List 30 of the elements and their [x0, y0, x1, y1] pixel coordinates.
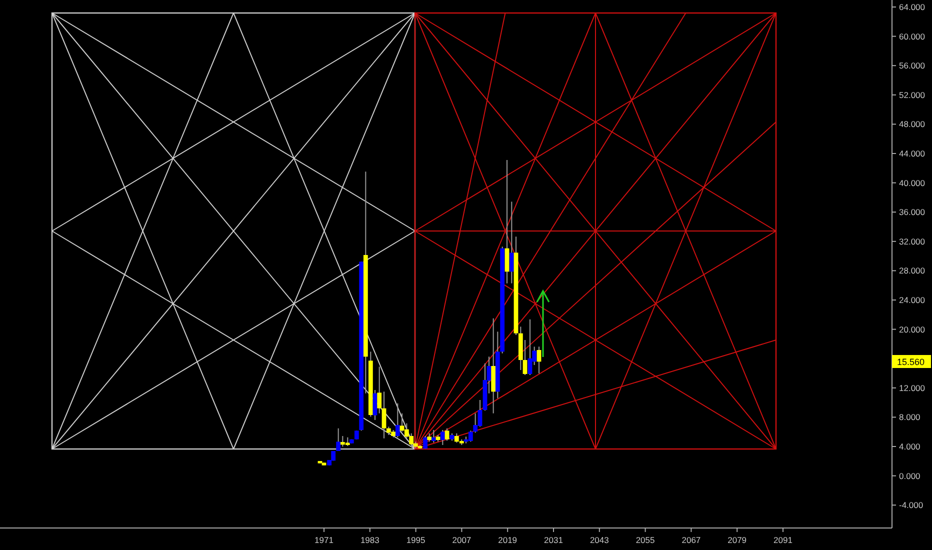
price-axis-label: 44.000 — [899, 148, 925, 158]
time-axis-label: 2055 — [636, 535, 655, 545]
price-axis-label: 56.000 — [899, 60, 925, 71]
price-axis-label: 48.000 — [899, 119, 925, 130]
time-axis-label: 2091 — [774, 535, 792, 545]
time-axis-label: 2067 — [682, 535, 701, 545]
time-axis-label: 2031 — [544, 535, 563, 545]
price-axis-label: 64.000 — [899, 2, 925, 12]
time-axis-label: 2019 — [498, 535, 518, 545]
price-axis-label: 12.000 — [899, 382, 925, 393]
time-axis-label: 1995 — [406, 535, 426, 545]
time-axis-label: 1971 — [314, 535, 334, 545]
time-axis-label: 2079 — [728, 535, 747, 545]
up-arrow — [536, 289, 550, 357]
price-axis-label: 0.000 — [899, 470, 920, 481]
price-axis-label: 28.000 — [899, 266, 925, 276]
price-axis-label: 52.000 — [899, 90, 925, 100]
price-axis-label: 40.000 — [899, 178, 925, 188]
time-axis-label: 2007 — [452, 535, 472, 545]
price-axis-label: 24.000 — [899, 295, 925, 305]
price-axis-label: 8.000 — [899, 412, 920, 422]
price-axis-label: -4.000 — [899, 500, 924, 510]
price-axis-label: 60.000 — [899, 31, 925, 42]
price-axis-label: 36.000 — [899, 207, 925, 218]
price-axis-label: 20.000 — [899, 324, 925, 334]
price-axis-label: 4.000 — [899, 442, 920, 452]
time-axis-label: 1983 — [360, 535, 380, 545]
time-axis-label: 2043 — [590, 535, 609, 545]
price-axis-label: 32.000 — [899, 236, 925, 246]
last-price-label: 15.560 — [892, 355, 931, 368]
